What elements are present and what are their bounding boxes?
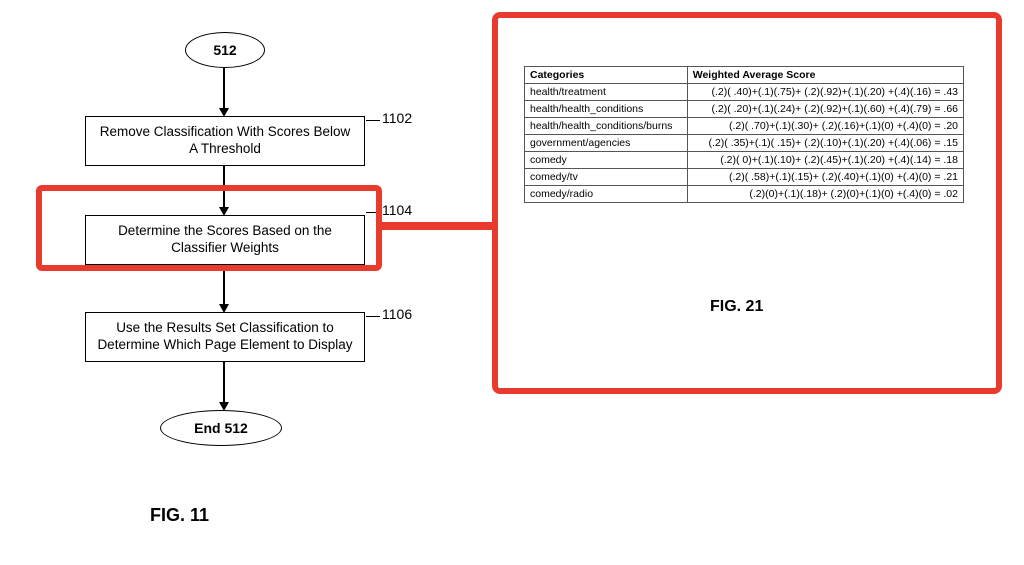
cell-category: comedy — [525, 152, 688, 169]
highlight-box-step-1104 — [36, 185, 382, 271]
cell-score: (.2)( .58)+(.1)(.15)+ (.2)(.40)+(.1)(0) … — [687, 169, 963, 186]
start-label: 512 — [213, 42, 236, 58]
col-header-categories: Categories — [525, 67, 688, 84]
cell-score: (.2)( .40)+(.1)(.75)+ (.2)(.92)+(.1)(.20… — [687, 84, 963, 101]
table-row: health/health_conditions/burns (.2)( .70… — [525, 118, 964, 135]
box-use-results: Use the Results Set Classification to De… — [85, 312, 365, 362]
ref-1102: 1102 — [382, 110, 412, 126]
weighted-score-table: Categories Weighted Average Score health… — [524, 66, 964, 203]
box-remove-classification: Remove Classification With Scores Below … — [85, 116, 365, 166]
ref-line — [366, 316, 380, 318]
table-row: government/agencies (.2)( .35)+(.1)( .15… — [525, 135, 964, 152]
cell-category: comedy/tv — [525, 169, 688, 186]
cell-category: health/health_conditions — [525, 101, 688, 118]
box3-text: Use the Results Set Classification to De… — [94, 320, 356, 354]
fig-21-label: FIG. 21 — [710, 298, 763, 316]
end-oval: End 512 — [160, 410, 282, 446]
cell-category: health/health_conditions/burns — [525, 118, 688, 135]
end-label: End 512 — [194, 420, 248, 436]
fig-11-label: FIG. 11 — [150, 505, 209, 526]
box1-text: Remove Classification With Scores Below … — [94, 124, 356, 158]
cell-score: (.2)( .35)+(.1)( .15)+ (.2)(.10)+(.1)(.2… — [687, 135, 963, 152]
ref-1106: 1106 — [382, 306, 412, 322]
table-row: health/health_conditions (.2)( .20)+(.1)… — [525, 101, 964, 118]
table-row: health/treatment (.2)( .40)+(.1)(.75)+ (… — [525, 84, 964, 101]
ref-line — [366, 120, 380, 122]
highlight-connector — [382, 222, 498, 230]
table-row: comedy/radio (.2)(0)+(.1)(.18)+ (.2)(0)+… — [525, 186, 964, 203]
cell-score: (.2)(0)+(.1)(.18)+ (.2)(0)+(.1)(0) +(.4)… — [687, 186, 963, 203]
cell-category: health/treatment — [525, 84, 688, 101]
table-row: comedy/tv (.2)( .58)+(.1)(.15)+ (.2)(.40… — [525, 169, 964, 186]
cell-score: (.2)( 0)+(.1)(.10)+ (.2)(.45)+(.1)(.20) … — [687, 152, 963, 169]
cell-category: comedy/radio — [525, 186, 688, 203]
cell-category: government/agencies — [525, 135, 688, 152]
arrow-line — [223, 68, 225, 110]
weighted-score-panel: Categories Weighted Average Score health… — [524, 66, 964, 203]
ref-1104: 1104 — [382, 202, 412, 218]
arrow-line — [223, 265, 225, 307]
cell-score: (.2)( .20)+(.1)(.24)+ (.2)(.92)+(.1)(.60… — [687, 101, 963, 118]
arrow-line — [223, 362, 225, 404]
cell-score: (.2)( .70)+(.1)(.30)+ (.2)(.16)+(.1)(0) … — [687, 118, 963, 135]
col-header-weighted-score: Weighted Average Score — [687, 67, 963, 84]
table-row: comedy (.2)( 0)+(.1)(.10)+ (.2)(.45)+(.1… — [525, 152, 964, 169]
start-oval: 512 — [185, 32, 265, 68]
